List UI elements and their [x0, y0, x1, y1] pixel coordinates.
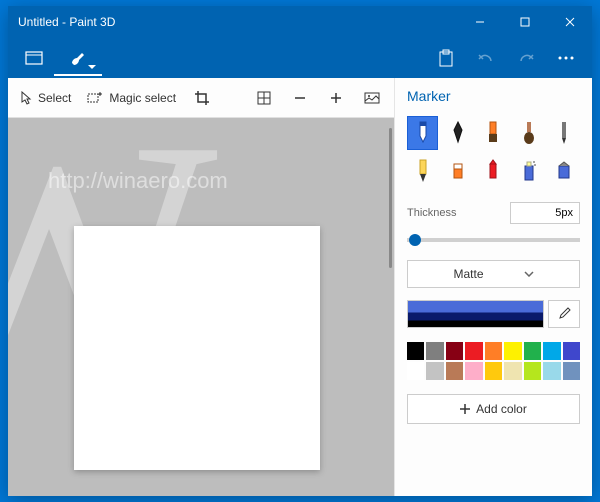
brushes-tab[interactable]	[54, 40, 102, 76]
color-swatch[interactable]	[543, 362, 560, 380]
app-window: Untitled - Paint 3D	[8, 6, 592, 496]
chevron-down-icon	[524, 271, 534, 277]
color-swatch[interactable]	[465, 342, 482, 360]
color-swatch[interactable]	[426, 342, 443, 360]
color-swatch[interactable]	[407, 362, 424, 380]
redo-button[interactable]	[506, 40, 546, 76]
crop-icon	[194, 90, 210, 106]
color-swatch[interactable]	[524, 342, 541, 360]
content-area: Select Magic select	[8, 78, 592, 496]
color-palette	[407, 342, 580, 380]
more-button[interactable]	[546, 40, 586, 76]
canvas-area: Select Magic select	[8, 78, 394, 496]
thickness-label: Thickness	[407, 207, 457, 219]
color-swatch[interactable]	[504, 362, 521, 380]
color-swatch[interactable]	[446, 362, 463, 380]
watermark-text: http://winaero.com	[48, 168, 228, 194]
color-swatch[interactable]	[426, 362, 443, 380]
menu-button[interactable]	[14, 40, 54, 76]
crop-tool[interactable]	[184, 80, 220, 116]
canvas-viewport[interactable]: W http://winaero.com http://winaero.com	[8, 118, 394, 496]
color-swatch[interactable]	[485, 342, 502, 360]
window-controls	[457, 6, 592, 38]
brush-crayon[interactable]	[478, 154, 509, 188]
brush-eraser[interactable]	[442, 154, 473, 188]
zoom-in[interactable]	[318, 80, 354, 116]
brush-pixel-pen[interactable]	[549, 116, 580, 150]
material-label: Matte	[453, 267, 483, 281]
color-swatch[interactable]	[465, 362, 482, 380]
brush-oil-brush[interactable]	[478, 116, 509, 150]
brush-grid	[407, 116, 580, 188]
vertical-scrollbar[interactable]	[388, 118, 394, 496]
panel-title: Marker	[407, 88, 580, 104]
magic-select-label: Magic select	[109, 91, 176, 105]
brush-spray-can[interactable]	[513, 154, 544, 188]
add-color-label: Add color	[476, 402, 527, 416]
brush-pencil[interactable]	[407, 154, 438, 188]
brush-watercolor[interactable]	[513, 116, 544, 150]
slider-thumb[interactable]	[409, 234, 421, 246]
scroll-thumb[interactable]	[389, 128, 392, 268]
color-swatch[interactable]	[524, 362, 541, 380]
titlebar: Untitled - Paint 3D	[8, 6, 592, 38]
image-icon	[364, 92, 380, 104]
maximize-button[interactable]	[502, 6, 547, 38]
cursor-icon	[20, 91, 32, 105]
magic-select-icon	[87, 91, 103, 105]
color-swatch[interactable]	[504, 342, 521, 360]
color-swatch[interactable]	[485, 362, 502, 380]
minus-icon	[294, 92, 306, 104]
select-label: Select	[38, 91, 71, 105]
zoom-out[interactable]	[282, 80, 318, 116]
eyedropper-button[interactable]	[548, 300, 580, 328]
thickness-row: Thickness	[407, 202, 580, 224]
brush-calligraphy-pen[interactable]	[442, 116, 473, 150]
ribbon	[8, 38, 592, 78]
paste-button[interactable]	[426, 40, 466, 76]
canvas[interactable]	[74, 226, 320, 470]
eyedropper-icon	[557, 307, 571, 321]
plus-icon	[330, 92, 342, 104]
undo-button[interactable]	[466, 40, 506, 76]
minimize-button[interactable]	[457, 6, 502, 38]
material-select[interactable]: Matte	[407, 260, 580, 288]
grid-toggle[interactable]	[246, 80, 282, 116]
canvas-toolbar: Select Magic select	[8, 78, 394, 118]
current-color-swatch[interactable]	[407, 300, 544, 328]
select-tool[interactable]: Select	[12, 80, 79, 116]
window-title: Untitled - Paint 3D	[8, 15, 457, 29]
thickness-slider[interactable]	[407, 238, 580, 242]
color-swatch[interactable]	[543, 342, 560, 360]
color-swatch[interactable]	[446, 342, 463, 360]
magic-select-tool[interactable]: Magic select	[79, 80, 184, 116]
brush-fill[interactable]	[549, 154, 580, 188]
view-mode[interactable]	[354, 80, 390, 116]
color-swatch[interactable]	[407, 342, 424, 360]
color-swatch[interactable]	[563, 342, 580, 360]
close-button[interactable]	[547, 6, 592, 38]
color-swatch[interactable]	[563, 362, 580, 380]
add-color-button[interactable]: Add color	[407, 394, 580, 424]
plus-icon	[460, 404, 470, 414]
thickness-input[interactable]	[510, 202, 580, 224]
brushes-panel: Marker Thickness Matte	[394, 78, 592, 496]
grid-icon	[257, 91, 271, 105]
brush-marker[interactable]	[407, 116, 438, 150]
